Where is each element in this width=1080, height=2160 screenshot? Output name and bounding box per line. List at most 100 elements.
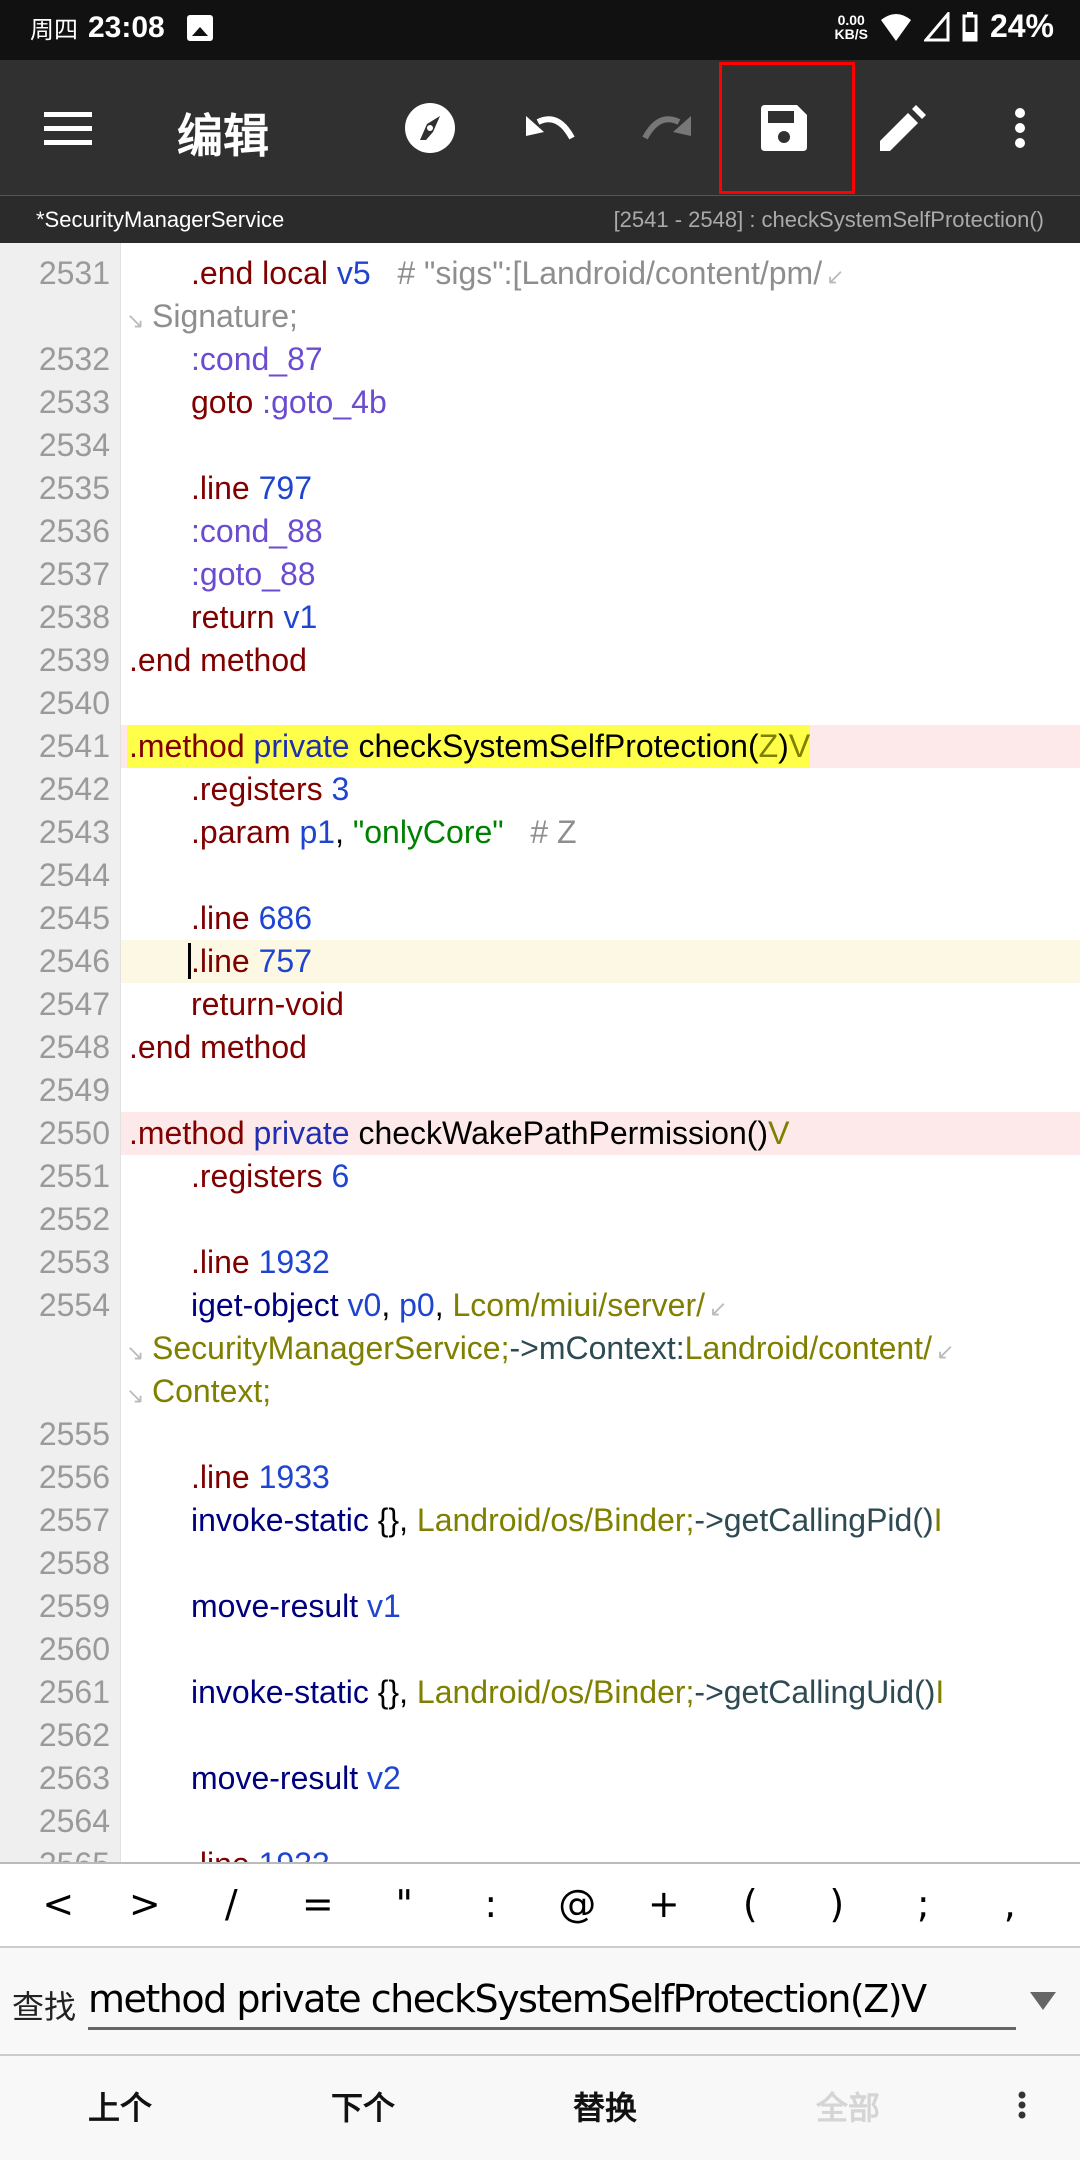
code-line[interactable]: 2549 [0, 1069, 1080, 1112]
more-options-button[interactable] [975, 60, 1065, 196]
previous-button[interactable]: 上个 [40, 2056, 200, 2160]
line-number: 2550 [38, 1115, 110, 1151]
token-typ: Landroid/os/Binder; [416, 1502, 695, 1538]
undo-button[interactable] [505, 60, 595, 196]
symbol-key[interactable]: : [448, 1864, 535, 1946]
code-text: .line 757 [188, 940, 312, 983]
code-line[interactable]: 2543 .param p1, "onlyCore" # Z [0, 811, 1080, 854]
symbol-key[interactable]: , [967, 1864, 1054, 1946]
code-line[interactable]: 2551 .registers 6 [0, 1155, 1080, 1198]
code-line[interactable]: 2535 .line 797 [0, 467, 1080, 510]
code-line[interactable]: 2541 .method private checkSystemSelfProte… [0, 725, 1080, 768]
replace-button[interactable]: 替换 [525, 2056, 685, 2160]
code-line[interactable]: 2552 [0, 1198, 1080, 1241]
edit-button[interactable] [858, 60, 948, 196]
token-dir: .param [191, 814, 291, 850]
code-line[interactable]: 2560 [0, 1628, 1080, 1671]
wifi-icon [880, 13, 911, 41]
code-line[interactable]: 2547 return-void [0, 983, 1080, 1026]
symbol-key[interactable]: > [102, 1864, 189, 1946]
code-line[interactable]: 2531 .end local v5 # "sigs":[Landroid/con… [0, 252, 1080, 295]
code-line[interactable]: 2533 goto :goto_4b [0, 381, 1080, 424]
battery-icon [962, 11, 978, 41]
net-speed: 0.00 KB/S [834, 11, 868, 42]
token-reg: 1932 [249, 1244, 330, 1280]
token-typ: Landroid/os/Binder; [416, 1674, 695, 1710]
code-line[interactable]: 2555 [0, 1413, 1080, 1456]
search-history-dropdown-icon[interactable] [1030, 1992, 1056, 2010]
symbol-key[interactable]: / [188, 1864, 275, 1946]
symbol-key[interactable]: @ [534, 1864, 621, 1946]
code-line[interactable]: 2562 [0, 1714, 1080, 1757]
code-line-continuation[interactable]: Signature; [0, 295, 1080, 342]
code-line[interactable]: 2550 .method private checkWakePathPermiss… [0, 1112, 1080, 1155]
code-line[interactable]: 2554 iget-object v0, p0, Lcom/miui/server… [0, 1284, 1080, 1327]
menu-button[interactable] [23, 60, 113, 196]
search-input[interactable] [88, 1970, 1016, 2030]
code-line[interactable]: 2532:cond_87 [0, 338, 1080, 381]
line-number: 2561 [38, 1674, 110, 1710]
code-editor[interactable]: 2531 .end local v5 # "sigs":[Landroid/con… [0, 243, 1080, 1862]
code-line[interactable]: 2542 .registers 3 [0, 768, 1080, 811]
code-line[interactable]: 2556 .line 1933 [0, 1456, 1080, 1499]
code-text: .registers 3 [191, 768, 349, 811]
code-line[interactable]: 2565 .line 1933 [0, 1843, 1080, 1862]
method-range: [2541 - 2548] : checkSystemSelfProtectio… [613, 207, 1044, 232]
line-number: 2532 [38, 341, 110, 377]
line-number: 2547 [38, 986, 110, 1022]
token-dir: .line [191, 1459, 250, 1495]
code-line[interactable]: 2553 .line 1932 [0, 1241, 1080, 1284]
redo-button[interactable] [622, 60, 712, 196]
line-number: 2546 [38, 943, 110, 979]
token-dir: .line [191, 900, 250, 936]
replace-all-button[interactable]: 全部 [768, 2056, 928, 2160]
line-number: 2555 [38, 1416, 110, 1452]
token-dir: return [191, 599, 275, 635]
symbol-key[interactable]: = [275, 1864, 362, 1946]
code-line[interactable]: 2557 invoke-static {}, Landroid/os/Binder… [0, 1499, 1080, 1542]
line-number: 2541 [38, 728, 110, 764]
next-button[interactable]: 下个 [283, 2056, 443, 2160]
code-line[interactable]: 2545 .line 686 [0, 897, 1080, 940]
line-number: 2540 [38, 685, 110, 721]
code-text: :cond_88 [191, 510, 323, 553]
line-number: 2557 [38, 1502, 110, 1538]
battery-level: 24% [989, 8, 1054, 44]
code-line[interactable]: 2538 return v1 [0, 596, 1080, 639]
code-line[interactable]: 2559 move-result v1 [0, 1585, 1080, 1628]
code-line[interactable]: 2558 [0, 1542, 1080, 1585]
token-ins: move-result [191, 1588, 359, 1624]
search-more-button[interactable] [942, 2056, 1080, 2160]
symbol-key[interactable]: " [361, 1864, 448, 1946]
token-typ: I [933, 1502, 943, 1538]
symbol-key[interactable]: + [621, 1864, 708, 1946]
code-line-continuation[interactable]: Context; [0, 1370, 1080, 1417]
code-line[interactable]: 2563 move-result v2 [0, 1757, 1080, 1800]
symbol-key[interactable]: ( [707, 1864, 794, 1946]
symbol-key[interactable]: < [15, 1864, 102, 1946]
code-line[interactable]: 2561 invoke-static {}, Landroid/os/Binder… [0, 1671, 1080, 1714]
code-line[interactable]: 2564 [0, 1800, 1080, 1843]
code-line[interactable]: 2534 [0, 424, 1080, 467]
code-line[interactable]: 2546 .line 757 [0, 940, 1080, 983]
symbol-key[interactable]: ; [880, 1864, 967, 1946]
code-line-continuation[interactable]: SecurityManagerService;->mContext:Landro… [0, 1327, 1080, 1374]
code-line[interactable]: 2537:goto_88 [0, 553, 1080, 596]
save-button[interactable] [739, 60, 829, 196]
navigate-button[interactable] [385, 60, 475, 196]
code-line[interactable]: 2539 .end method [0, 639, 1080, 682]
token-ins: move-result [191, 1760, 359, 1796]
code-line[interactable]: 2548 .end method [0, 1026, 1080, 1069]
code-text: move-result v2 [191, 1757, 401, 1800]
code-text: SecurityManagerService;->mContext:Landro… [126, 1327, 954, 1374]
token-str: "onlyCore" [352, 814, 504, 850]
line-number: 2539 [38, 642, 110, 678]
code-line[interactable]: 2536:cond_88 [0, 510, 1080, 553]
code-line[interactable]: 2540 [0, 682, 1080, 725]
token-reg: 3 [322, 771, 350, 807]
code-text: move-result v1 [191, 1585, 401, 1628]
line-number: 2544 [38, 857, 110, 893]
code-line[interactable]: 2544 [0, 854, 1080, 897]
line-number: 2538 [38, 599, 110, 635]
symbol-key[interactable]: ) [794, 1864, 881, 1946]
